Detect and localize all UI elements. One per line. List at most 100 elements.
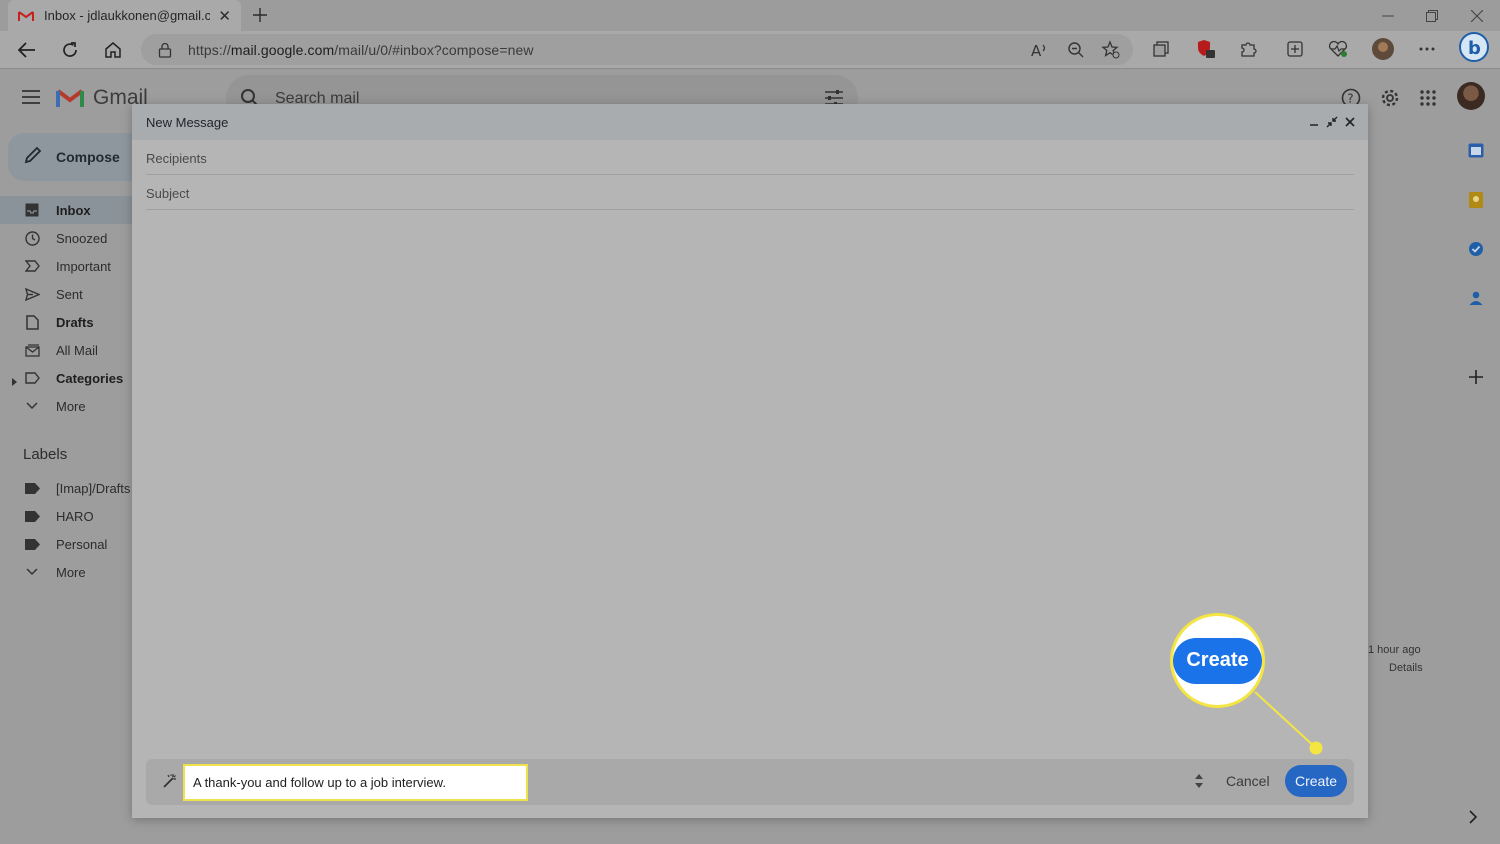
label-icon — [24, 370, 40, 386]
compose-title: New Message — [146, 115, 229, 130]
subject-field[interactable]: Subject — [146, 175, 1354, 210]
sidebar-item-label: Personal — [56, 537, 108, 552]
recipients-field[interactable]: Recipients — [146, 140, 1354, 175]
apps-grid-icon[interactable] — [1416, 86, 1440, 110]
read-aloud-icon[interactable]: A — [1029, 39, 1051, 61]
restore-window-icon[interactable] — [1420, 6, 1444, 26]
exit-full-screen-icon[interactable] — [1324, 114, 1340, 130]
extension-shield-icon[interactable] — [1194, 37, 1218, 61]
cancel-button[interactable]: Cancel — [1226, 773, 1270, 789]
label-tag-icon — [24, 508, 40, 524]
sidebar-item-label: All Mail — [56, 343, 98, 358]
sidebar-item-label: More — [56, 565, 86, 580]
gmail-favicon-icon — [18, 8, 34, 24]
browser-toolbar: https://mail.google.com/mail/u/0/#inbox?… — [0, 31, 1500, 68]
create-button-callout: Create — [1170, 613, 1265, 708]
sidebar-item-label: Important — [56, 259, 111, 274]
draft-icon — [24, 314, 40, 330]
sidebar-labels-more[interactable]: More — [0, 558, 132, 586]
close-tab-icon[interactable]: ✕ — [218, 7, 231, 25]
help-me-write-bar: A thank-you and follow up to a job inter… — [146, 759, 1354, 805]
inbox-icon — [24, 202, 40, 218]
minimize-window-icon[interactable] — [1376, 6, 1400, 26]
settings-gear-icon[interactable] — [1378, 86, 1402, 110]
bing-chat-icon[interactable]: b — [1459, 32, 1489, 62]
last-activity-time: 1 hour ago — [1368, 644, 1421, 656]
refresh-icon[interactable] — [57, 37, 83, 63]
sidebar-item-inbox[interactable]: Inbox — [0, 196, 132, 224]
address-bar[interactable]: https://mail.google.com/mail/u/0/#inbox?… — [141, 34, 1133, 65]
main-menu-icon[interactable] — [22, 90, 40, 104]
sidebar-item-important[interactable]: Important — [0, 252, 132, 280]
sidebar-item-categories[interactable]: Categories — [0, 364, 132, 392]
svg-text:A: A — [1031, 42, 1042, 58]
chevron-right-icon[interactable] — [1468, 810, 1478, 829]
add-addon-icon[interactable] — [1467, 368, 1485, 386]
chevron-down-icon — [24, 564, 40, 580]
tasks-icon[interactable] — [1467, 240, 1485, 258]
sidebar-item-sent[interactable]: Sent — [0, 280, 132, 308]
activity-details-link[interactable]: Details — [1389, 662, 1423, 674]
sidebar-item-drafts[interactable]: Drafts — [0, 308, 132, 336]
compose-dialog: New Message Recipients Subject A thank-y… — [132, 104, 1368, 818]
compose-button[interactable]: Compose — [8, 133, 132, 181]
pencil-icon — [24, 146, 42, 169]
sidebar-item-label: Snoozed — [56, 231, 108, 246]
important-icon — [24, 258, 40, 274]
sidebar-item-label: More — [56, 399, 86, 414]
new-tab-icon[interactable] — [249, 4, 271, 26]
compose-label: Compose — [56, 149, 120, 165]
sidebar-item-label: [Imap]/Drafts — [56, 481, 131, 496]
contacts-icon[interactable] — [1467, 289, 1485, 307]
sidebar-item-label: Drafts — [56, 315, 94, 330]
calendar-icon[interactable] — [1467, 141, 1485, 159]
compose-header[interactable]: New Message — [132, 104, 1368, 140]
collections-icon[interactable] — [1149, 37, 1173, 61]
subject-placeholder: Subject — [146, 186, 190, 201]
send-icon — [24, 286, 40, 302]
sidebar-item-label: Sent — [56, 287, 83, 302]
sidebar-item-more[interactable]: More — [0, 392, 132, 420]
label-tag-icon — [24, 480, 40, 496]
sidebar-label-haro[interactable]: HARO — [0, 502, 132, 530]
add-collection-icon[interactable] — [1283, 37, 1307, 61]
back-icon[interactable] — [14, 37, 40, 63]
extensions-puzzle-icon[interactable] — [1236, 37, 1260, 61]
more-options-icon[interactable] — [1415, 37, 1439, 61]
expand-arrow-icon[interactable] — [12, 373, 18, 391]
tab-title: Inbox - jdlaukkonen@gmail.com — [44, 8, 211, 23]
url-text: https://mail.google.com/mail/u/0/#inbox?… — [188, 42, 534, 58]
profile-avatar-icon[interactable] — [1371, 37, 1395, 61]
home-icon[interactable] — [100, 37, 126, 63]
recipients-placeholder: Recipients — [146, 151, 207, 166]
browser-tab-strip: Inbox - jdlaukkonen@gmail.com ✕ — [0, 0, 1500, 31]
gmail-m-icon — [56, 89, 84, 107]
favorite-star-icon[interactable] — [1100, 39, 1122, 61]
callout-create-button: Create — [1173, 637, 1262, 684]
browser-tab[interactable]: Inbox - jdlaukkonen@gmail.com ✕ — [8, 0, 241, 31]
clock-icon — [24, 230, 40, 246]
close-icon[interactable] — [1342, 114, 1358, 130]
zoom-out-icon[interactable] — [1065, 39, 1087, 61]
create-button[interactable]: Create — [1285, 765, 1347, 797]
sidebar-label-personal[interactable]: Personal — [0, 530, 132, 558]
all-mail-icon — [24, 342, 40, 358]
sidebar-item-label: Inbox — [56, 203, 91, 218]
close-window-icon[interactable] — [1465, 6, 1489, 26]
minimize-icon[interactable] — [1306, 114, 1322, 130]
prompt-input[interactable]: A thank-you and follow up to a job inter… — [183, 764, 528, 801]
sidebar-item-label: Categories — [56, 371, 124, 386]
length-selector-icon[interactable] — [1194, 772, 1204, 795]
labels-heading: Labels — [23, 446, 68, 463]
sidebar-item-all-mail[interactable]: All Mail — [0, 336, 132, 364]
magic-wand-icon — [162, 773, 178, 794]
sidebar-item-snoozed[interactable]: Snoozed — [0, 224, 132, 252]
keep-icon[interactable] — [1467, 191, 1485, 209]
svg-text:b: b — [1468, 38, 1481, 59]
sidebar-item-label: HARO — [56, 509, 94, 524]
side-panel-rail — [1452, 69, 1500, 844]
sidebar-label-imap-drafts[interactable]: [Imap]/Drafts — [0, 474, 132, 502]
chevron-down-icon — [24, 398, 40, 414]
performance-heart-icon[interactable] — [1326, 37, 1350, 61]
lock-icon[interactable] — [158, 42, 172, 63]
